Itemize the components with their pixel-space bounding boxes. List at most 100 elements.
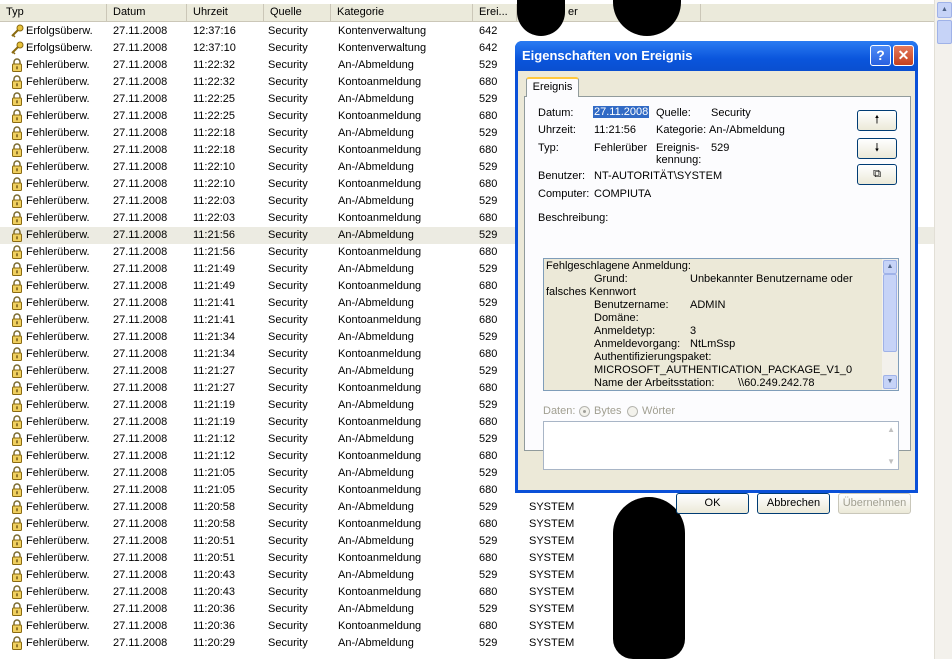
cell-date: 27.11.2008: [113, 161, 168, 173]
column-time[interactable]: Uhrzeit: [187, 4, 264, 21]
table-row[interactable]: Fehlerüberw. 27.11.2008 11:20:43 Security Ko…: [0, 584, 934, 601]
cell-source: Security: [268, 25, 308, 37]
cell-source: Security: [268, 501, 308, 513]
key-icon: [10, 24, 24, 38]
copy-button[interactable]: ⧉: [857, 164, 897, 185]
list-scrollbar[interactable]: ▲: [934, 0, 952, 659]
cell-type: Fehlerüberw.: [26, 178, 90, 190]
type-value[interactable]: Fehlerüber: [594, 142, 647, 154]
description-value: 3: [690, 325, 697, 337]
cell-category: An-/Abmeldung: [338, 603, 414, 615]
bytes-radio[interactable]: [579, 406, 590, 417]
cell-event-id: 529: [479, 263, 498, 275]
cell-time: 11:20:36: [193, 603, 236, 615]
cell-type: Fehlerüberw.: [26, 195, 90, 207]
table-row[interactable]: Fehlerüberw. 27.11.2008 11:20:51 Security An…: [0, 533, 934, 550]
cell-source: Security: [268, 467, 308, 479]
computer-value[interactable]: COMPIUTA: [594, 188, 651, 200]
cell-type: Fehlerüberw.: [26, 637, 90, 649]
cell-time: 11:22:32: [193, 59, 236, 71]
cell-source: Security: [268, 382, 308, 394]
cell-date: 27.11.2008: [113, 127, 168, 139]
lock-icon: [10, 313, 24, 327]
cell-source: Security: [268, 59, 308, 71]
column-type[interactable]: Typ: [0, 4, 107, 21]
table-row[interactable]: Fehlerüberw. 27.11.2008 11:20:58 Security Ko…: [0, 516, 934, 533]
cell-time: 11:21:41: [193, 314, 236, 326]
lock-icon: [10, 364, 24, 378]
words-radio[interactable]: [627, 406, 638, 417]
dialog-titlebar[interactable]: Eigenschaften von Ereignis ? ✕: [515, 41, 918, 71]
cell-type: Erfolgsüberw.: [26, 25, 93, 37]
cell-source: Security: [268, 280, 308, 292]
category-value[interactable]: An-/Abmeldung: [709, 124, 785, 136]
user-label: Benutzer:: [538, 170, 586, 182]
data-textbox[interactable]: ▲ ▼: [543, 421, 899, 470]
lock-icon: [10, 262, 24, 276]
user-value[interactable]: NT-AUTORITÄT\SYSTEM: [594, 170, 722, 182]
cell-category: Kontoanmeldung: [338, 314, 422, 326]
table-row[interactable]: Erfolgsüberw. 27.11.2008 12:37:16 Security K…: [0, 23, 934, 40]
lock-icon: [10, 296, 24, 310]
table-row[interactable]: Fehlerüberw. 27.11.2008 11:20:36 Security Ko…: [0, 618, 934, 635]
event-id-value[interactable]: 529: [711, 142, 729, 154]
cell-date: 27.11.2008: [113, 297, 168, 309]
cell-user: SYSTEM: [529, 586, 575, 598]
source-value[interactable]: Security: [711, 107, 751, 119]
cell-time: 11:20:43: [193, 569, 236, 581]
cell-event-id: 680: [479, 586, 498, 598]
cell-date: 27.11.2008: [113, 518, 168, 530]
cell-category: An-/Abmeldung: [338, 535, 414, 547]
table-row[interactable]: Fehlerüberw. 27.11.2008 11:20:51 Security Ko…: [0, 550, 934, 567]
previous-event-button[interactable]: 🠕: [857, 110, 897, 131]
cell-date: 27.11.2008: [113, 178, 168, 190]
cell-event-id: 642: [479, 25, 498, 37]
cell-event-id: 680: [479, 450, 498, 462]
cell-type: Fehlerüberw.: [26, 467, 90, 479]
description-textbox[interactable]: Fehlgeschlagene Anmeldung: Grund: Unbeka…: [543, 258, 899, 391]
ok-button[interactable]: OK: [676, 493, 749, 514]
date-value[interactable]: 27.11.2008: [593, 106, 650, 118]
description-key: Anmeldetyp:: [594, 325, 656, 337]
close-button[interactable]: ✕: [893, 45, 914, 66]
cell-category: An-/Abmeldung: [338, 229, 414, 241]
cell-category: An-/Abmeldung: [338, 467, 414, 479]
help-button[interactable]: ?: [870, 45, 891, 66]
scroll-up-arrow-icon[interactable]: ▲: [937, 2, 952, 18]
column-event-id[interactable]: Erei...: [473, 4, 517, 21]
cell-date: 27.11.2008: [113, 467, 168, 479]
cell-category: An-/Abmeldung: [338, 331, 414, 343]
scroll-thumb[interactable]: [937, 20, 952, 44]
cell-category: An-/Abmeldung: [338, 59, 414, 71]
cell-time: 11:21:34: [193, 348, 236, 360]
cell-time: 11:20:43: [193, 586, 236, 598]
description-scroll-thumb[interactable]: [883, 274, 897, 352]
description-key: Benutzername:: [594, 299, 669, 311]
cell-category: Kontenverwaltung: [338, 42, 427, 54]
event-id-label: Ereignis-: [656, 142, 700, 154]
column-source[interactable]: Quelle: [264, 4, 331, 21]
table-row[interactable]: Fehlerüberw. 27.11.2008 11:20:36 Security An…: [0, 601, 934, 618]
tab-ereignis[interactable]: Ereignis: [526, 77, 579, 97]
table-row[interactable]: Fehlerüberw. 27.11.2008 11:20:29 Security An…: [0, 635, 934, 652]
cell-date: 27.11.2008: [113, 484, 168, 496]
cell-source: Security: [268, 365, 308, 377]
time-value[interactable]: 11:21:56: [594, 124, 636, 136]
cell-category: Kontoanmeldung: [338, 212, 422, 224]
column-category[interactable]: Kategorie: [331, 4, 473, 21]
cancel-button[interactable]: Abbrechen: [757, 493, 830, 514]
apply-button[interactable]: Übernehmen: [838, 493, 911, 514]
cell-event-id: 529: [479, 433, 498, 445]
table-row[interactable]: Fehlerüberw. 27.11.2008 11:20:43 Security An…: [0, 567, 934, 584]
next-event-button[interactable]: 🠗: [857, 138, 897, 159]
scroll-up-icon[interactable]: ▲: [883, 260, 897, 274]
scroll-down-icon[interactable]: ▼: [883, 375, 897, 389]
column-date[interactable]: Datum: [107, 4, 187, 21]
cell-time: 11:21:12: [193, 450, 236, 462]
cell-category: An-/Abmeldung: [338, 297, 414, 309]
cell-source: Security: [268, 178, 308, 190]
cell-time: 11:22:03: [193, 212, 236, 224]
cell-time: 11:21:05: [193, 467, 236, 479]
cell-event-id: 529: [479, 59, 498, 71]
description-scrollbar[interactable]: ▲ ▼: [882, 259, 898, 390]
